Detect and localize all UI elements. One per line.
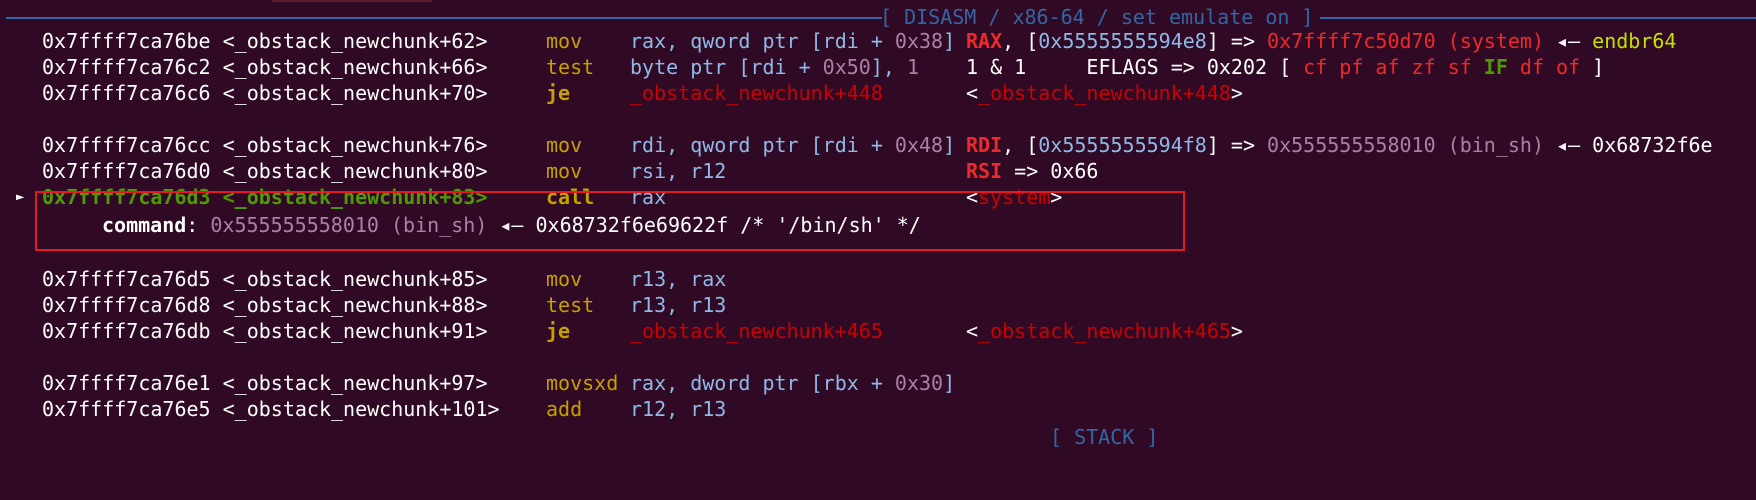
- mnemonic: je: [546, 81, 571, 105]
- disasm-header: [ DISASM / x86-64 / set emulate on ]: [880, 5, 1314, 29]
- current-instruction-arrow-icon: ►: [16, 189, 25, 205]
- highlight-box: [35, 191, 1185, 251]
- mnemonic: mov: [546, 133, 583, 157]
- instruction-address: 0x7ffff7ca76c2 <_obstack_newchunk+66>: [42, 55, 488, 79]
- instruction-address: 0x7ffff7ca76e5 <_obstack_newchunk+101>: [42, 397, 500, 421]
- header-rule-left: [6, 17, 882, 19]
- top-divider-remnant: [272, 0, 432, 2]
- jump-target: _obstack_newchunk+448: [630, 81, 883, 105]
- mnemonic: test: [546, 293, 595, 317]
- operands: r13, rax: [630, 267, 727, 291]
- disasm-row: 0x7ffff7ca76d8 <_obstack_newchunk+88> te…: [0, 292, 1756, 318]
- disasm-row: 0x7ffff7ca76d0 <_obstack_newchunk+80> mo…: [0, 158, 1756, 184]
- instruction-address: 0x7ffff7ca76e1 <_obstack_newchunk+97>: [42, 371, 488, 395]
- instruction-address: 0x7ffff7ca76d8 <_obstack_newchunk+88>: [42, 293, 488, 317]
- disasm-row: 0x7ffff7ca76e5 <_obstack_newchunk+101> a…: [0, 396, 1756, 422]
- operands: byte ptr [rdi + 0x50], 1: [630, 55, 919, 79]
- stack-section-header: [ STACK ]: [1050, 425, 1159, 449]
- instruction-address: 0x7ffff7ca76c6 <_obstack_newchunk+70>: [42, 81, 488, 105]
- operands: r13, r13: [630, 293, 727, 317]
- mnemonic: mov: [546, 267, 583, 291]
- header-rule-right: [1320, 17, 1756, 19]
- operands: r12, r13: [630, 397, 727, 421]
- mnemonic: je: [546, 319, 571, 343]
- symbol-annotation: <_obstack_newchunk+448>: [966, 81, 1243, 105]
- disasm-row: 0x7ffff7ca76d5 <_obstack_newchunk+85> mo…: [0, 266, 1756, 292]
- disasm-row: 0x7ffff7ca76be <_obstack_newchunk+62> mo…: [0, 28, 1756, 54]
- mnemonic: test: [546, 55, 595, 79]
- disasm-row: 0x7ffff7ca76db <_obstack_newchunk+91> je…: [0, 318, 1756, 344]
- operands: rsi, r12: [630, 159, 727, 183]
- disasm-row: 0x7ffff7ca76cc <_obstack_newchunk+76> mo…: [0, 132, 1756, 158]
- mnemonic: movsxd: [546, 371, 619, 395]
- disasm-row: 0x7ffff7ca76c6 <_obstack_newchunk+70> je…: [0, 80, 1756, 106]
- operands: rax, dword ptr [rbx + 0x30]: [630, 371, 956, 395]
- disasm-row: 0x7ffff7ca76e1 <_obstack_newchunk+97> mo…: [0, 370, 1756, 396]
- emulation-annotation: RDI, [0x5555555594f8] => 0x555555558010 …: [966, 133, 1713, 157]
- instruction-address: 0x7ffff7ca76be <_obstack_newchunk+62>: [42, 29, 488, 53]
- instruction-address: 0x7ffff7ca76db <_obstack_newchunk+91>: [42, 319, 488, 343]
- jump-target: _obstack_newchunk+465: [630, 319, 883, 343]
- mnemonic: mov: [546, 29, 583, 53]
- symbol-annotation: <_obstack_newchunk+465>: [966, 319, 1243, 343]
- operands: rax, qword ptr [rdi + 0x38]: [630, 29, 956, 53]
- instruction-address: 0x7ffff7ca76d5 <_obstack_newchunk+85>: [42, 267, 488, 291]
- emulation-annotation: RSI => 0x66: [966, 159, 1099, 183]
- eflags-annotation: 1 & 1 EFLAGS => 0x202 [ cf pf af zf sf I…: [966, 55, 1605, 79]
- mnemonic: add: [546, 397, 583, 421]
- instruction-address: 0x7ffff7ca76cc <_obstack_newchunk+76>: [42, 133, 488, 157]
- disasm-row: 0x7ffff7ca76c2 <_obstack_newchunk+66> te…: [0, 54, 1756, 80]
- mnemonic: mov: [546, 159, 583, 183]
- instruction-address: 0x7ffff7ca76d0 <_obstack_newchunk+80>: [42, 159, 488, 183]
- emulation-annotation: RAX, [0x5555555594e8] => 0x7ffff7c50d70 …: [966, 29, 1677, 53]
- operands: rdi, qword ptr [rdi + 0x48]: [630, 133, 956, 157]
